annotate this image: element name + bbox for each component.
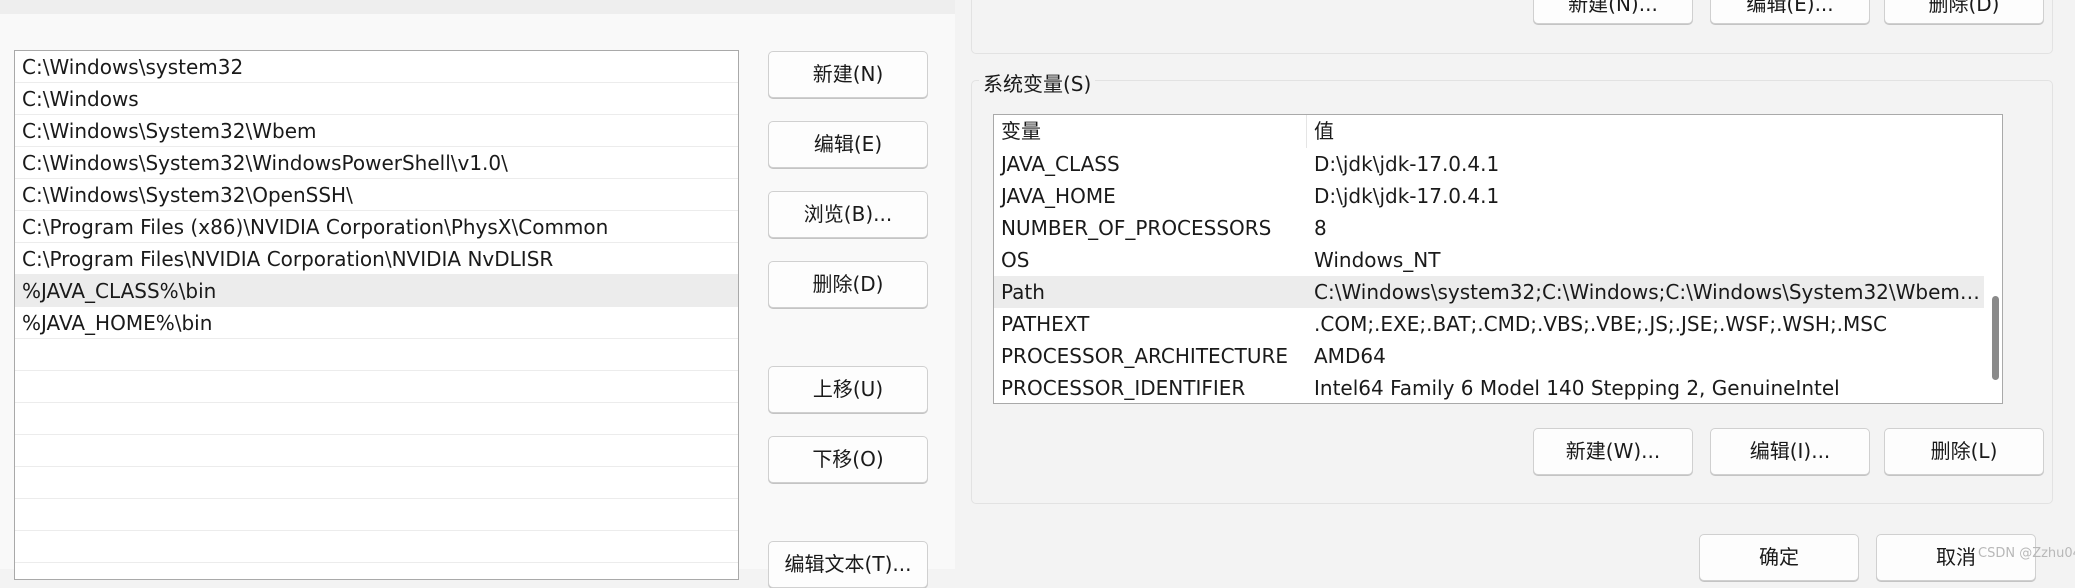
system-new-button[interactable]: 新建(W)...	[1533, 428, 1693, 475]
variable-value: D:\jdk\jdk-17.0.4.1	[1314, 152, 1500, 176]
list-item[interactable]	[15, 531, 738, 563]
variable-value: Intel64 Family 6 Model 140 Stepping 2, G…	[1314, 376, 1840, 400]
table-row[interactable]: PROCESSOR_IDENTIFIER Intel64 Family 6 Mod…	[994, 372, 1984, 403]
variable-name: PROCESSOR_IDENTIFIER	[1001, 376, 1246, 400]
list-item[interactable]: %JAVA_HOME%\bin	[15, 307, 738, 339]
table-body: JAVA_CLASS D:\jdk\jdk-17.0.4.1 JAVA_HOME D:…	[994, 148, 1986, 403]
user-edit-button[interactable]: 编辑(E)...	[1710, 0, 1870, 24]
variable-name: JAVA_HOME	[1001, 184, 1116, 208]
vertical-scrollbar[interactable]	[1985, 148, 1999, 403]
dialog-title-strip	[0, 0, 955, 14]
list-item[interactable]	[15, 371, 738, 403]
table-row[interactable]: JAVA_HOME D:\jdk\jdk-17.0.4.1	[994, 180, 1984, 212]
move-down-button[interactable]: 下移(O)	[768, 436, 928, 483]
list-item[interactable]	[15, 467, 738, 499]
delete-entry-button[interactable]: 删除(D)	[768, 261, 928, 308]
move-up-button[interactable]: 上移(U)	[768, 366, 928, 413]
list-item[interactable]: C:\Windows\System32\Wbem	[15, 115, 738, 147]
list-item[interactable]: C:\Program Files (x86)\NVIDIA Corporatio…	[15, 211, 738, 243]
column-header-name[interactable]: 变量	[994, 115, 1307, 148]
variable-name: PATHEXT	[1001, 312, 1090, 336]
system-edit-button[interactable]: 编辑(I)...	[1710, 428, 1870, 475]
table-row[interactable]: NUMBER_OF_PROCESSORS 8	[994, 212, 1984, 244]
column-header-value[interactable]: 值	[1307, 115, 1984, 148]
edit-text-button[interactable]: 编辑文本(T)...	[768, 541, 928, 588]
table-row[interactable]: Path C:\Windows\system32;C:\Windows;C:\Wi…	[994, 276, 1986, 308]
list-item[interactable]: C:\Windows\System32\OpenSSH\	[15, 179, 738, 211]
variable-name: JAVA_CLASS	[1001, 152, 1120, 176]
path-entries-list[interactable]: C:\Windows\system32 C:\Windows C:\Windows\…	[14, 50, 739, 580]
ok-button[interactable]: 确定	[1699, 534, 1859, 581]
variable-name: PROCESSOR_ARCHITECTURE	[1001, 344, 1289, 368]
new-entry-button[interactable]: 新建(N)	[768, 51, 928, 98]
user-delete-button[interactable]: 删除(D)	[1884, 0, 2044, 24]
list-item[interactable]: C:\Windows\System32\WindowsPowerShell\v1…	[15, 147, 738, 179]
list-item[interactable]	[15, 499, 738, 531]
list-item[interactable]: C:\Windows	[15, 83, 738, 115]
variable-value: AMD64	[1314, 344, 1386, 368]
list-item[interactable]	[15, 339, 738, 371]
table-row[interactable]: OS Windows_NT	[994, 244, 1984, 276]
table-row[interactable]: PATHEXT .COM;.EXE;.BAT;.CMD;.VBS;.VBE;.JS…	[994, 308, 1984, 340]
variable-value: D:\jdk\jdk-17.0.4.1	[1314, 184, 1500, 208]
table-row[interactable]: PROCESSOR_ARCHITECTURE AMD64	[994, 340, 1984, 372]
variable-value: C:\Windows\system32;C:\Windows;C:\Window…	[1314, 280, 1986, 304]
browse-button[interactable]: 浏览(B)...	[768, 191, 928, 238]
system-variables-label: 系统变量(S)	[979, 68, 1096, 97]
variable-name: NUMBER_OF_PROCESSORS	[1001, 216, 1272, 240]
scrollbar-thumb[interactable]	[1992, 296, 1999, 380]
variable-value: Windows_NT	[1314, 248, 1441, 272]
edit-env-var-dialog: C:\Windows\system32 C:\Windows C:\Windows\…	[0, 0, 955, 588]
user-new-button[interactable]: 新建(N)...	[1533, 0, 1693, 24]
list-item[interactable]	[15, 435, 738, 467]
variable-value: .COM;.EXE;.BAT;.CMD;.VBS;.VBE;.JS;.JSE;.…	[1314, 312, 1887, 336]
variable-value: 8	[1314, 216, 1327, 240]
list-item[interactable]	[15, 403, 738, 435]
watermark: CSDN @Zzhu0417	[1978, 546, 2075, 561]
system-delete-button[interactable]: 删除(L)	[1884, 428, 2044, 475]
list-item[interactable]: %JAVA_CLASS%\bin	[15, 275, 738, 307]
edit-entry-button[interactable]: 编辑(E)	[768, 121, 928, 168]
system-variables-table[interactable]: 变量 值 JAVA_CLASS D:\jdk\jdk-17.0.4.1 JAVA_H…	[993, 114, 2003, 404]
list-item[interactable]: C:\Windows\system32	[15, 51, 738, 83]
variable-name: Path	[1001, 280, 1045, 304]
table-row[interactable]: JAVA_CLASS D:\jdk\jdk-17.0.4.1	[994, 148, 1984, 180]
variable-name: OS	[1001, 248, 1030, 272]
list-item[interactable]: C:\Program Files\NVIDIA Corporation\NVID…	[15, 243, 738, 275]
table-header: 变量 值	[994, 115, 2002, 148]
environment-variables-window: 新建(N)... 编辑(E)... 删除(D) 系统变量(S) 变量 值 JAV…	[955, 0, 2075, 581]
